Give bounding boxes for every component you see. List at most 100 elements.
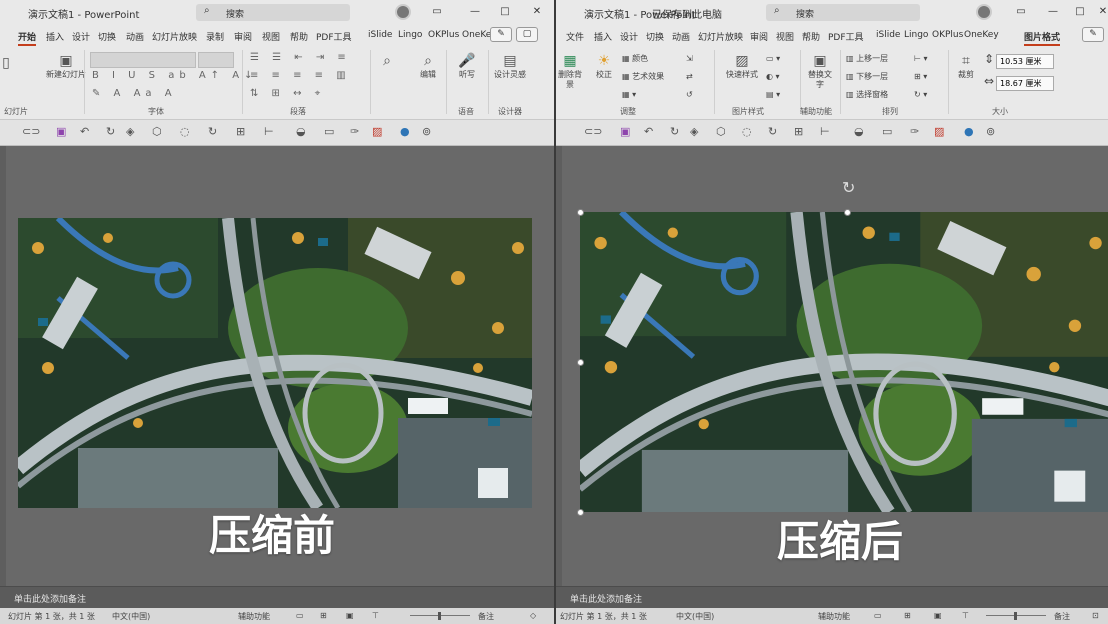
redo-icon[interactable]: ↻ <box>106 125 115 138</box>
notes-pane[interactable]: 单击此处添加备注 <box>0 586 554 608</box>
dot-icon[interactable]: ● <box>964 125 974 138</box>
normal-view-icon[interactable]: ▭ <box>874 611 882 620</box>
status-notes[interactable]: 备注 <box>478 611 494 622</box>
reading-view-icon[interactable]: ▣ <box>934 611 942 620</box>
aerial-photo-selected[interactable] <box>580 212 1108 512</box>
font-color-buttons[interactable]: ✎ A Aa A <box>92 88 177 99</box>
find-icon[interactable]: ⌕ <box>374 52 400 70</box>
selection-pane-item[interactable]: ▥ 选择窗格 <box>846 86 888 104</box>
tab-insert[interactable]: 插入 <box>46 30 64 43</box>
tab-transitions[interactable]: 切换 <box>98 30 116 43</box>
tab-design[interactable]: 设计 <box>620 30 638 43</box>
tab-picture-format[interactable]: 图片格式 <box>1024 30 1061 46</box>
tab-file[interactable]: 文件 <box>566 30 584 43</box>
tab-animations[interactable]: 动画 <box>672 30 690 43</box>
align-list[interactable]: ⊢ ▾ ⊞ ▾ ↻ ▾ <box>914 50 928 104</box>
send-backward-item[interactable]: ▥ 下移一层 <box>846 68 888 86</box>
maximize-icon[interactable]: □ <box>1071 4 1089 20</box>
artistic-effects-item[interactable]: ▦ 艺术效果 <box>622 68 664 86</box>
toggle-icon[interactable]: ⊂⊃ <box>22 125 40 138</box>
tab-help[interactable]: 帮助 <box>290 30 308 43</box>
group-icon[interactable]: ⊞ <box>794 125 803 138</box>
more-icon[interactable]: ⊚ <box>422 125 431 138</box>
remove-background-button[interactable]: ▦ 删除背景 <box>556 52 584 90</box>
tab-review[interactable]: 审阅 <box>750 30 768 43</box>
picture-effects-icon[interactable]: ◐ ▾ <box>766 68 780 86</box>
corrections-button[interactable]: ☀ 校正 <box>592 52 616 80</box>
dictate-button[interactable]: 🎤 听写 <box>452 52 482 80</box>
editing-mode-icon[interactable]: ✎ <box>490 27 512 42</box>
status-notes[interactable]: 备注 <box>1054 611 1070 622</box>
paste-icon[interactable]: ▯ <box>0 54 12 72</box>
maximize-icon[interactable]: □ <box>496 4 514 20</box>
zoom-slider-knob[interactable] <box>1014 612 1017 620</box>
tab-view[interactable]: 视图 <box>776 30 794 43</box>
lasso-icon[interactable]: ◌ <box>742 125 752 138</box>
change-picture-icon[interactable]: ⇄ <box>686 68 693 86</box>
tab-help[interactable]: 帮助 <box>802 30 820 43</box>
minimize-icon[interactable]: — <box>466 4 484 20</box>
editing-mode-icon[interactable]: ✎ <box>1082 27 1104 42</box>
style-options-list[interactable]: ▭ ▾ ◐ ▾ ▤ ▾ <box>766 50 780 104</box>
format-painter-icon[interactable]: ▨ <box>372 125 382 138</box>
status-accessibility[interactable]: 辅助功能 <box>238 611 270 622</box>
save-icon[interactable]: ▣ <box>56 125 66 138</box>
picture-tools-list[interactable]: ⇲ ⇄ ↺ <box>686 50 693 104</box>
slide-sorter-icon[interactable]: ⊞ <box>320 611 327 620</box>
tab-islide[interactable]: iSlide <box>368 30 392 40</box>
width-spinner[interactable]: 18.67 厘米 <box>996 76 1054 91</box>
tab-slideshow[interactable]: 幻灯片放映 <box>152 30 197 43</box>
tab-lingo[interactable]: Lingo <box>398 30 422 40</box>
rotate-icon[interactable]: ↻ <box>768 125 777 138</box>
tab-animations[interactable]: 动画 <box>126 30 144 43</box>
font-format-buttons[interactable]: B I U S ab A↑ A↓ <box>92 70 257 81</box>
adjust-list[interactable]: ▦ 颜色 ▦ 艺术效果 ▦ ▾ <box>622 50 664 104</box>
avatar[interactable] <box>976 4 992 20</box>
tab-slideshow[interactable]: 幻灯片放映 <box>698 30 743 43</box>
aerial-photo[interactable] <box>18 218 532 508</box>
redo-icon[interactable]: ↻ <box>670 125 679 138</box>
status-accessibility[interactable]: 辅助功能 <box>818 611 850 622</box>
normal-view-icon[interactable]: ▭ <box>296 611 304 620</box>
fill-icon[interactable]: ◒ <box>854 125 864 138</box>
eraser-icon[interactable]: ⬡ <box>152 125 162 138</box>
rotate-icon[interactable]: ↻ ▾ <box>914 86 928 104</box>
undo-icon[interactable]: ↶ <box>644 125 653 138</box>
ribbon-display-icon[interactable]: ▭ <box>1012 4 1030 20</box>
close-icon[interactable]: ✕ <box>1094 4 1108 20</box>
close-icon[interactable]: ✕ <box>528 4 546 20</box>
reading-view-icon[interactable]: ▣ <box>346 611 354 620</box>
search-box[interactable]: ⌕ 搜索 <box>196 4 350 21</box>
list-buttons[interactable]: ☰ ☰ ⇤ ⇥ ≡ <box>250 52 351 63</box>
designer-button[interactable]: ▤ 设计灵感 <box>494 52 526 80</box>
resize-handle-top-left[interactable] <box>577 209 584 216</box>
resize-handle-bottom-left[interactable] <box>577 509 584 516</box>
alignment-buttons[interactable]: ≡ ≡ ≡ ≡ ▥ <box>250 70 351 81</box>
outline-icon[interactable]: ▭ <box>882 125 892 138</box>
transparency-item[interactable]: ▦ ▾ <box>622 86 664 104</box>
tab-onekey[interactable]: OneKey <box>964 30 999 40</box>
format-painter-icon[interactable]: ▨ <box>934 125 944 138</box>
toggle-icon[interactable]: ⊂⊃ <box>584 125 602 138</box>
eraser-icon[interactable]: ⬡ <box>716 125 726 138</box>
new-slide-button[interactable]: ▣ 新建幻灯片 <box>46 52 86 80</box>
avatar[interactable] <box>395 4 411 20</box>
lasso-icon[interactable]: ◌ <box>180 125 190 138</box>
height-spinner[interactable]: 10.53 厘米 <box>996 54 1054 69</box>
tab-pdf[interactable]: PDF工具 <box>828 30 864 43</box>
quick-styles-button[interactable]: ▨ 快速样式 <box>722 52 762 80</box>
editing-button[interactable]: ⌕ 编辑 <box>410 52 446 80</box>
tab-insert[interactable]: 插入 <box>594 30 612 43</box>
arrange-list[interactable]: ▥ 上移一层 ▥ 下移一层 ▥ 选择窗格 <box>846 50 888 104</box>
notes-pane[interactable]: 单击此处添加备注 <box>556 586 1108 608</box>
slideshow-view-icon[interactable]: ⊤ <box>962 611 969 620</box>
dot-icon[interactable]: ● <box>400 125 410 138</box>
fit-slide-icon[interactable]: ⊡ <box>1092 611 1099 620</box>
pen-icon[interactable]: ✑ <box>910 125 919 138</box>
outline-icon[interactable]: ▭ <box>324 125 334 138</box>
tab-okplus[interactable]: OKPlus <box>428 30 459 40</box>
align-icon[interactable]: ⊢ ▾ <box>914 50 928 68</box>
picture-layout-icon[interactable]: ▤ ▾ <box>766 86 780 104</box>
search-box[interactable]: ⌕ 搜索 <box>766 4 920 21</box>
color-item[interactable]: ▦ 颜色 <box>622 50 664 68</box>
